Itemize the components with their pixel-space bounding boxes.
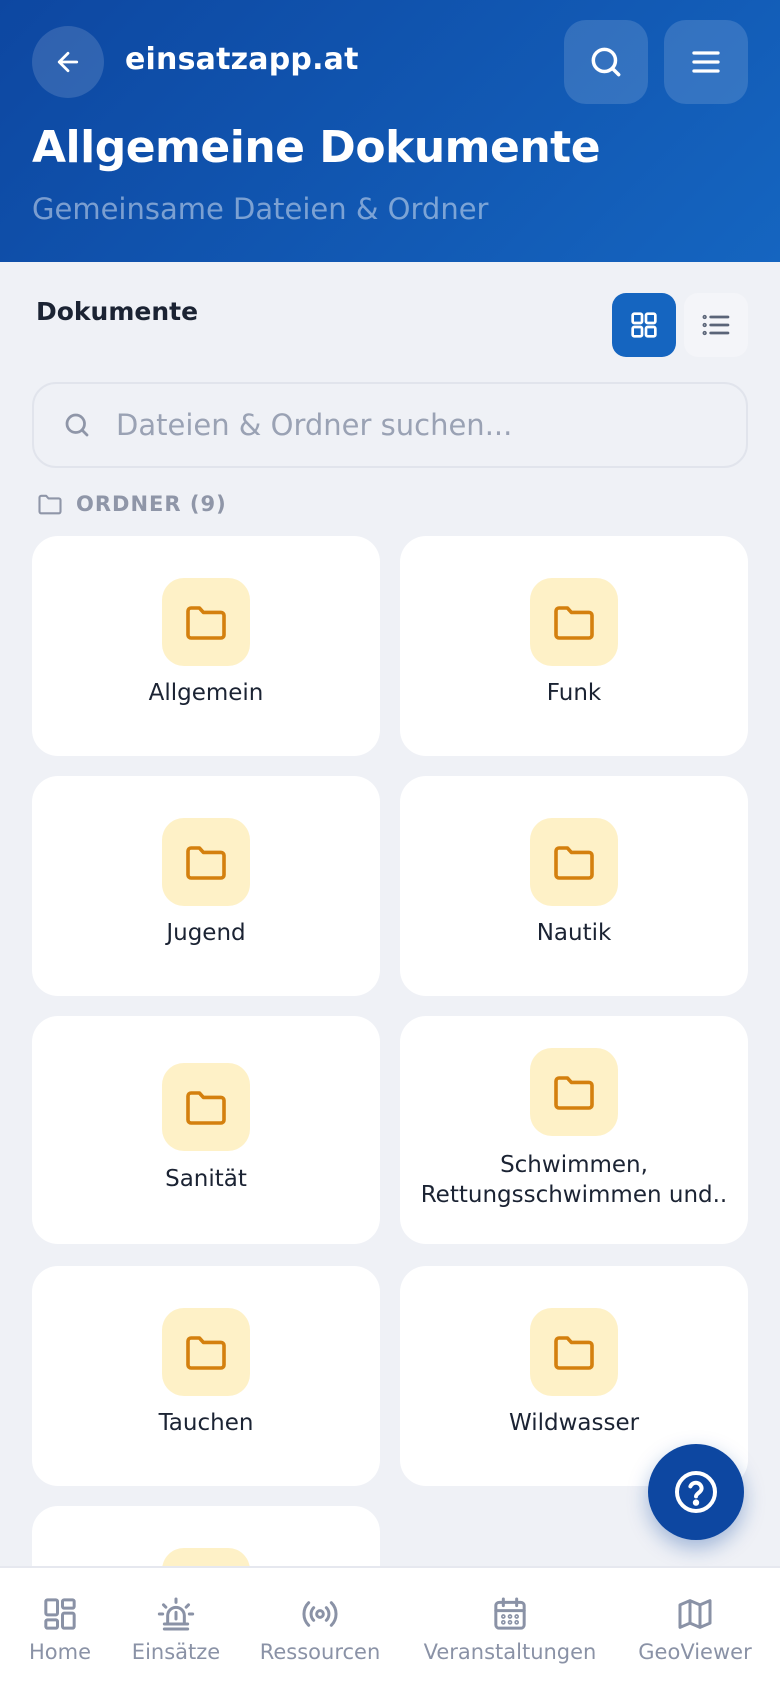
folder-name: Nautik (536, 920, 612, 946)
nav-item-home[interactable]: Home (20, 1568, 100, 1688)
siren-icon (157, 1597, 195, 1631)
map-icon (678, 1599, 712, 1629)
page-title: Allgemeine Dokumente (32, 122, 601, 173)
app-header: einsatzapp.at Allgemeine Dokumente Gemei… (0, 0, 780, 262)
help-button[interactable] (648, 1444, 744, 1540)
help-icon (675, 1471, 717, 1513)
folder-name: Schwimmen, Rettungsschwimmen und.. (420, 1152, 728, 1208)
folder-name: Wildwasser (508, 1410, 640, 1436)
nav-item-einsaetze[interactable]: Einsätze (126, 1568, 226, 1688)
radio-icon (302, 1601, 338, 1627)
arrow-left-icon (57, 51, 79, 73)
brand-name[interactable]: einsatzapp.at (125, 42, 359, 77)
folder-icon (530, 1308, 618, 1396)
list-icon (702, 314, 730, 336)
search-button[interactable] (564, 20, 648, 104)
back-button[interactable] (32, 26, 104, 98)
section-title: Dokumente (36, 297, 199, 326)
folder-icon (530, 818, 618, 906)
list-view-toggle[interactable] (684, 293, 748, 357)
folder-icon (162, 1063, 250, 1151)
menu-button[interactable] (664, 20, 748, 104)
folder-name: Funk (546, 680, 602, 706)
nav-item-geoviewer[interactable]: GeoViewer (636, 1568, 754, 1688)
app-root: einsatzapp.at Allgemeine Dokumente Gemei… (0, 0, 780, 1688)
menu-icon (692, 51, 720, 73)
home-icon (44, 1598, 76, 1630)
folder-card[interactable]: Tauchen (32, 1266, 380, 1486)
nav-label: Home (28, 1640, 91, 1664)
folder-card[interactable]: Jugend (32, 776, 380, 996)
folder-name: Allgemein (148, 680, 264, 706)
folder-icon (530, 1048, 618, 1136)
nav-label: Einsätze (131, 1640, 221, 1664)
search-icon (591, 47, 621, 77)
folder-name: Sanität (165, 1166, 247, 1192)
folder-outline-icon (38, 494, 62, 515)
grid-icon (631, 312, 657, 338)
folder-card[interactable]: Sanität (32, 1016, 380, 1244)
folder-card[interactable]: Schwimmen, Rettungsschwimmen und.. (400, 1016, 748, 1244)
folder-icon (162, 818, 250, 906)
folder-icon (162, 578, 250, 666)
folder-icon (162, 1308, 250, 1396)
folder-card[interactable]: Funk (400, 536, 748, 756)
file-search-box[interactable] (32, 382, 748, 468)
nav-label: Veranstaltungen (423, 1640, 597, 1664)
folder-count-text: ORDNER (9) (76, 492, 227, 516)
nav-label: GeoViewer (638, 1640, 752, 1664)
search-icon (62, 410, 92, 440)
folder-name: Jugend (166, 920, 246, 946)
page-subtitle: Gemeinsame Dateien & Ordner (32, 192, 489, 226)
folder-icon (530, 578, 618, 666)
bottom-navigation: Home Einsätze Ressourcen Veranstaltungen… (0, 1566, 780, 1688)
folder-count-label: ORDNER (9) (36, 490, 227, 518)
nav-item-veranstaltungen[interactable]: Veranstaltungen (420, 1568, 600, 1688)
nav-item-ressourcen[interactable]: Ressourcen (258, 1568, 382, 1688)
folder-card[interactable]: Nautik (400, 776, 748, 996)
file-search-input[interactable] (116, 408, 696, 442)
folder-name: Tauchen (158, 1410, 254, 1436)
grid-view-toggle[interactable] (612, 293, 676, 357)
calendar-icon (494, 1597, 526, 1630)
nav-label: Ressourcen (259, 1640, 381, 1664)
folder-card[interactable]: Allgemein (32, 536, 380, 756)
